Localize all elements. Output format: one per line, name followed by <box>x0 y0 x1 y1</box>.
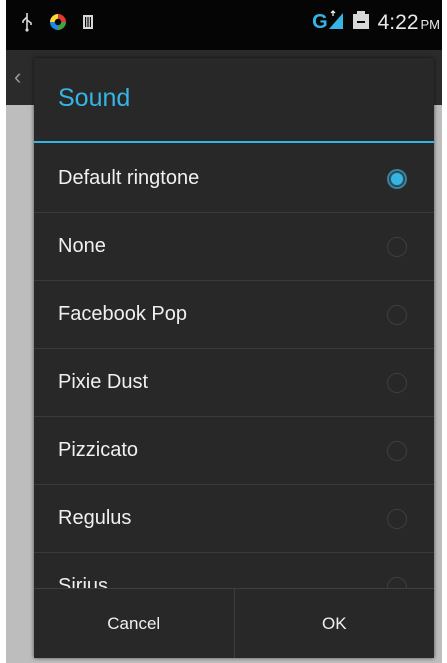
status-time-ampm: PM <box>420 16 441 32</box>
ok-button[interactable]: OK <box>233 589 435 658</box>
list-item[interactable]: None <box>34 213 434 281</box>
list-item-label: Sirius <box>58 575 109 588</box>
list-item-label: Regulus <box>58 507 132 529</box>
status-bar: G 4:22 PM <box>6 0 442 50</box>
list-item-label: Default ringtone <box>58 167 200 189</box>
list-item[interactable]: Pizzicato <box>34 417 434 485</box>
dialog-title: Sound <box>34 58 434 143</box>
list-item[interactable]: Sirius <box>34 553 434 588</box>
usb-icon <box>20 12 34 37</box>
sound-dialog: Sound Default ringtone None Facebook Pop… <box>34 58 434 658</box>
status-bar-left <box>20 12 94 37</box>
ringtone-list[interactable]: Default ringtone None Facebook Pop Pixie… <box>34 145 434 588</box>
radio-button[interactable] <box>387 236 407 257</box>
signal-icon <box>328 10 344 35</box>
battery-icon <box>352 10 370 35</box>
app-notification-icon <box>48 12 68 37</box>
chevron-left-icon[interactable]: ‹ <box>14 64 21 90</box>
radio-button[interactable] <box>387 508 407 529</box>
list-item[interactable]: Pixie Dust <box>34 349 434 417</box>
list-item-label: Facebook Pop <box>58 303 187 325</box>
cancel-button[interactable]: Cancel <box>34 589 234 658</box>
status-bar-right: G 4:22 PM <box>312 10 440 35</box>
list-item[interactable]: Regulus <box>34 485 434 553</box>
status-time-value: 4:22 <box>377 10 419 34</box>
list-item[interactable]: Facebook Pop <box>34 281 434 349</box>
list-item-label: Pixie Dust <box>58 371 149 393</box>
sim-icon <box>82 14 94 35</box>
radio-button[interactable] <box>387 304 407 325</box>
radio-button-selected[interactable] <box>387 168 407 189</box>
dialog-button-bar: Cancel OK <box>34 588 434 658</box>
radio-button[interactable] <box>387 372 407 393</box>
network-type-label: G <box>312 11 328 33</box>
list-item[interactable]: Default ringtone <box>34 145 434 213</box>
status-time: 4:22 PM <box>378 11 440 35</box>
radio-button[interactable] <box>387 576 407 588</box>
list-item-label: Pizzicato <box>58 439 139 461</box>
phone-screen: G 4:22 PM ‹ Sound Default ringtone None … <box>6 0 442 663</box>
radio-button[interactable] <box>387 440 407 461</box>
list-item-label: None <box>58 235 106 257</box>
